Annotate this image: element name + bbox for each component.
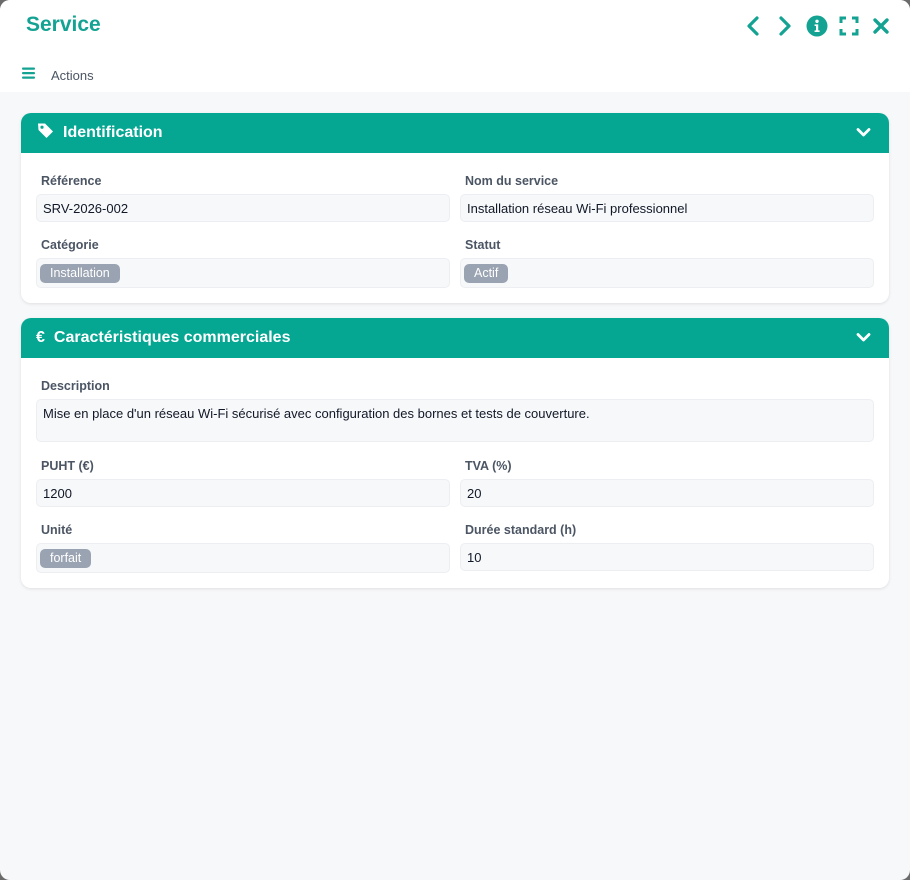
- unit-tag: forfait: [40, 548, 92, 568]
- tva-field[interactable]: 20: [460, 479, 874, 507]
- status-badge: Actif: [464, 263, 509, 283]
- puht-value: 1200: [43, 485, 72, 501]
- chevron-left-icon[interactable]: [742, 15, 764, 37]
- expand-icon[interactable]: [838, 15, 860, 37]
- category-label: Catégorie: [41, 238, 99, 252]
- actions-label: Actions: [51, 67, 94, 83]
- identification-card: Identification Référence SRV-2026-002 No…: [21, 113, 889, 303]
- unit-label: Unité: [41, 523, 73, 537]
- description-field[interactable]: Mise en place d'un réseau Wi-Fi sécurisé…: [36, 399, 874, 442]
- hamburger-icon: [22, 66, 35, 84]
- service-window: Service Actions Identification Référence…: [0, 0, 910, 880]
- euro-icon: €: [36, 329, 45, 346]
- header-icon-bar: [742, 15, 892, 37]
- status-label: Statut: [465, 238, 501, 252]
- tag-icon: [37, 122, 54, 144]
- duration-value: 10: [467, 549, 482, 565]
- description-label: Description: [41, 379, 110, 393]
- reference-field[interactable]: SRV-2026-002: [36, 194, 450, 222]
- window-header: Service Actions: [0, 0, 910, 92]
- reference-label: Référence: [41, 174, 102, 188]
- reference-value: SRV-2026-002: [43, 200, 129, 216]
- tva-value: 20: [467, 485, 482, 501]
- chevron-down-icon[interactable]: [856, 125, 871, 145]
- chevron-right-icon[interactable]: [774, 15, 796, 37]
- status-field[interactable]: Actif: [460, 258, 874, 288]
- tva-label: TVA (%): [465, 459, 512, 473]
- puht-field[interactable]: 1200: [36, 479, 450, 507]
- unit-field[interactable]: forfait: [36, 543, 450, 573]
- description-value: Mise en place d'un réseau Wi-Fi sécurisé…: [43, 406, 590, 421]
- commercial-card: € Caractéristiques commerciales Descript…: [21, 318, 889, 588]
- info-icon[interactable]: [806, 15, 828, 37]
- close-icon[interactable]: [870, 15, 892, 37]
- service-name-label: Nom du service: [465, 174, 559, 188]
- category-field[interactable]: Installation: [36, 258, 450, 288]
- service-name-field[interactable]: Installation réseau Wi-Fi professionnel: [460, 194, 874, 222]
- chevron-down-icon[interactable]: [856, 330, 871, 350]
- identification-header[interactable]: Identification: [21, 113, 889, 153]
- commercial-header[interactable]: € Caractéristiques commerciales: [21, 318, 889, 358]
- commercial-title: Caractéristiques commerciales: [53, 329, 291, 346]
- service-name-value: Installation réseau Wi-Fi professionnel: [467, 200, 688, 216]
- duration-field[interactable]: 10: [460, 543, 874, 571]
- actions-menu[interactable]: Actions: [22, 66, 94, 84]
- duration-label: Durée standard (h): [465, 523, 577, 537]
- category-tag: Installation: [40, 263, 120, 283]
- window-title: Service: [26, 13, 101, 36]
- identification-title: Identification: [63, 124, 163, 141]
- puht-label: PUHT (€): [41, 459, 94, 473]
